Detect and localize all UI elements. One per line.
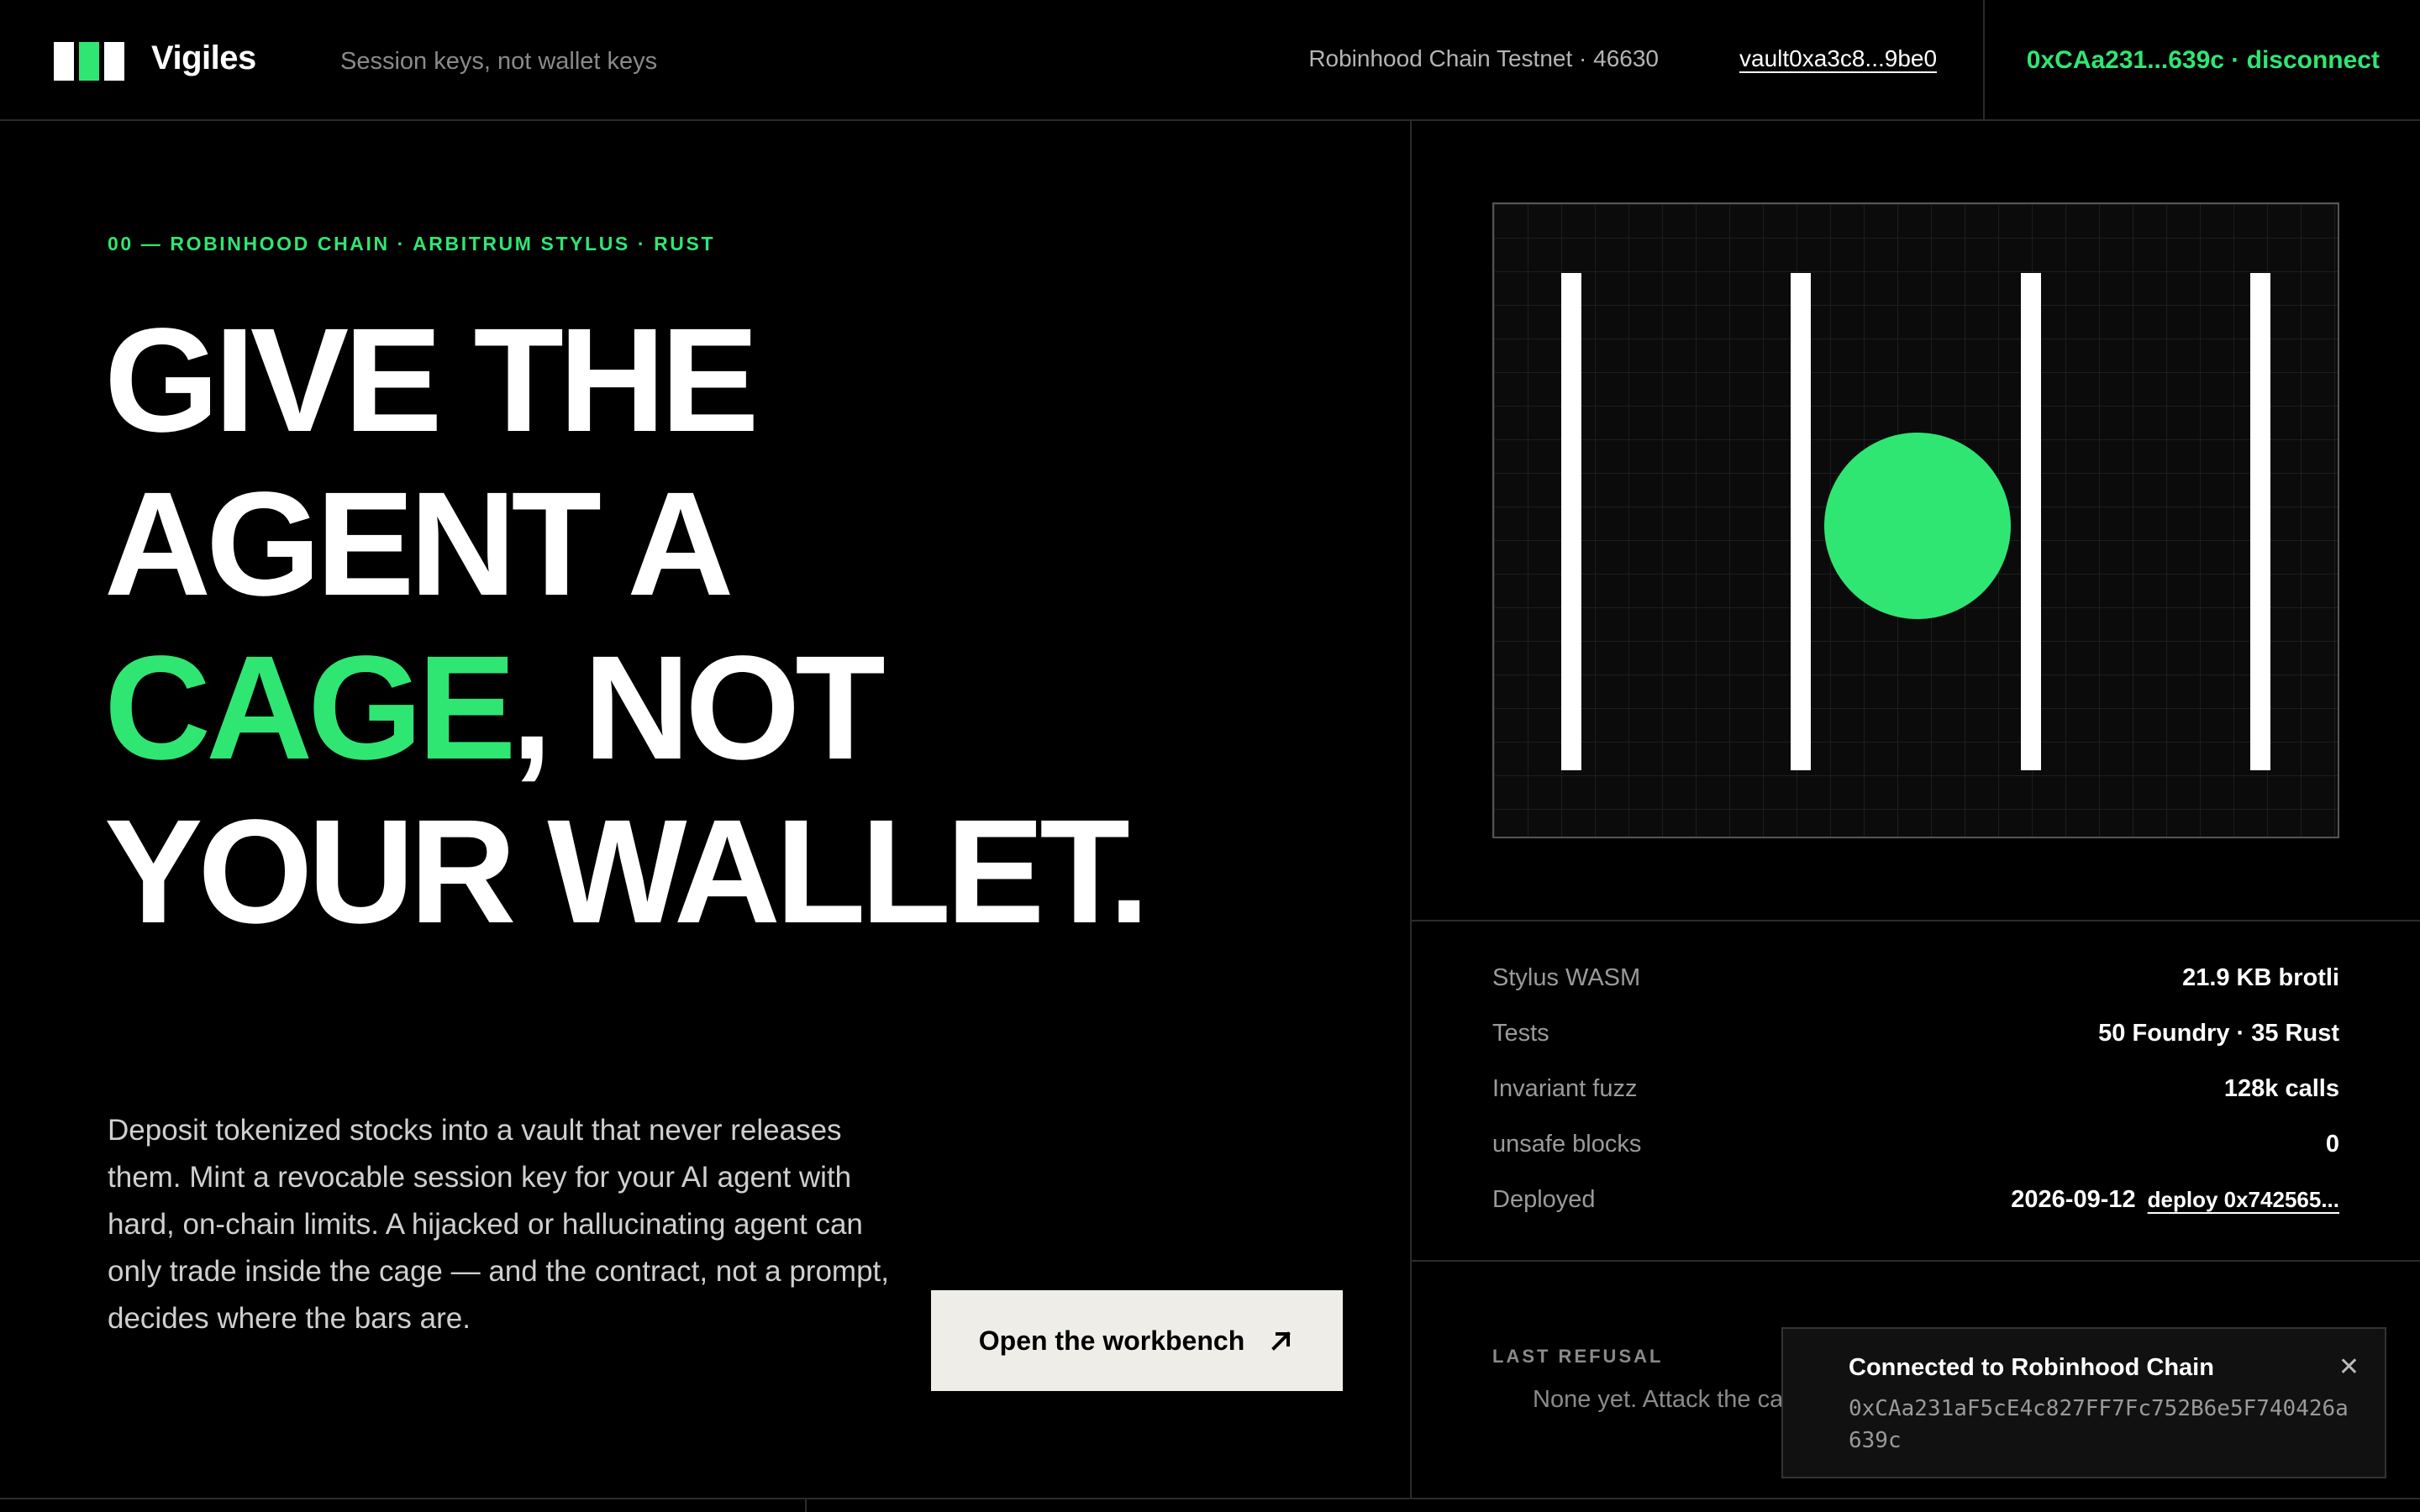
- hero-eyebrow: 00 — ROBINHOOD CHAIN · ARBITRUM STYLUS ·…: [108, 233, 716, 255]
- headline-line-3: CAGE, NOT: [104, 627, 1144, 790]
- stat-value: 21.9 KB brotli: [2182, 964, 2339, 991]
- cage-illustration: [1492, 202, 2339, 838]
- stat-value: 128k calls: [2223, 1075, 2339, 1102]
- open-workbench-button[interactable]: Open the workbench: [931, 1290, 1343, 1391]
- brand-name[interactable]: Vigiles: [151, 39, 256, 77]
- headline-accent-word: CAGE: [104, 626, 516, 790]
- last-refusal-label: LAST REFUSAL: [1492, 1346, 1664, 1367]
- bottom-tick: [805, 1499, 807, 1512]
- cage-bar: [1561, 273, 1581, 770]
- stat-value: 50 Foundry · 35 Rust: [2098, 1020, 2339, 1047]
- hero-headline: GIVE THE AGENT A CAGE, NOT YOUR WALLET.: [104, 298, 1150, 954]
- brand-tagline: Session keys, not wallet keys: [340, 48, 658, 75]
- deploy-tx-link[interactable]: deploy 0x742565...: [2148, 1187, 2339, 1212]
- cage-bar: [2250, 273, 2270, 770]
- hero-description: Deposit tokenized stocks into a vault th…: [108, 1114, 889, 1335]
- stat-label: Stylus WASM: [1492, 964, 1641, 991]
- stat-row-tests: Tests 50 Foundry · 35 Rust: [1492, 1016, 2339, 1072]
- section-divider-2: [1412, 1260, 2420, 1262]
- stat-label: Invariant fuzz: [1492, 1075, 1638, 1102]
- arrow-up-right-icon: [1271, 1331, 1292, 1351]
- open-workbench-label: Open the workbench: [978, 1325, 1245, 1356]
- network-indicator: Robinhood Chain Testnet · 46630: [1308, 45, 1659, 71]
- headline-line-4: YOUR WALLET.: [104, 790, 1150, 954]
- headline-line-1: GIVE THE: [104, 298, 759, 463]
- stat-row-unsafe-blocks: unsafe blocks 0: [1492, 1127, 2339, 1183]
- toast-title: Connected to Robinhood Chain: [1849, 1354, 2214, 1381]
- stat-row-deployed: Deployed 2026-09-12 deploy 0x742565...: [1492, 1183, 2339, 1238]
- close-icon[interactable]: ✕: [2338, 1352, 2360, 1382]
- connection-toast: Connected to Robinhood Chain ✕ 0xCAa231a…: [1781, 1327, 2386, 1478]
- stat-row-invariant-fuzz: Invariant fuzz 128k calls: [1492, 1072, 2339, 1127]
- stat-label: unsafe blocks: [1492, 1131, 1642, 1158]
- account-disconnect-button[interactable]: 0xCAa231...639c · disconnect: [2027, 46, 2380, 75]
- headline-line-3-rest: , NOT: [511, 626, 886, 790]
- column-divider: [1410, 121, 1412, 1499]
- agent-dot-icon: [1824, 433, 2011, 619]
- contract-stats: Stylus WASM 21.9 KB brotli Tests 50 Foun…: [1492, 961, 2339, 1238]
- stat-label: Deployed: [1492, 1186, 1596, 1213]
- header-divider: [1983, 0, 1985, 120]
- bottom-divider: [0, 1498, 2420, 1499]
- stat-value: 0: [2325, 1131, 2339, 1158]
- vigiles-logo-icon[interactable]: [54, 42, 124, 81]
- section-divider-1: [1412, 920, 2420, 921]
- deploy-date: 2026-09-12: [2011, 1186, 2136, 1213]
- stat-label: Tests: [1492, 1020, 1549, 1047]
- vault-address-link[interactable]: vault0xa3c8...9be0: [1739, 45, 1937, 72]
- toast-wallet-address: 0xCAa231aF5cE4c827FF7Fc752B6e5F740426a63…: [1849, 1396, 2349, 1453]
- last-refusal-text: None yet. Attack the ca: [1533, 1386, 1784, 1413]
- stat-value: 2026-09-12 deploy 0x742565...: [2011, 1186, 2339, 1214]
- cage-bar: [1791, 273, 1811, 770]
- headline-line-2: AGENT A: [104, 462, 734, 627]
- cage-bar: [2021, 273, 2041, 770]
- top-header: Vigiles Session keys, not wallet keys Ro…: [0, 0, 2420, 121]
- stat-row-stylus-wasm: Stylus WASM 21.9 KB brotli: [1492, 961, 2339, 1016]
